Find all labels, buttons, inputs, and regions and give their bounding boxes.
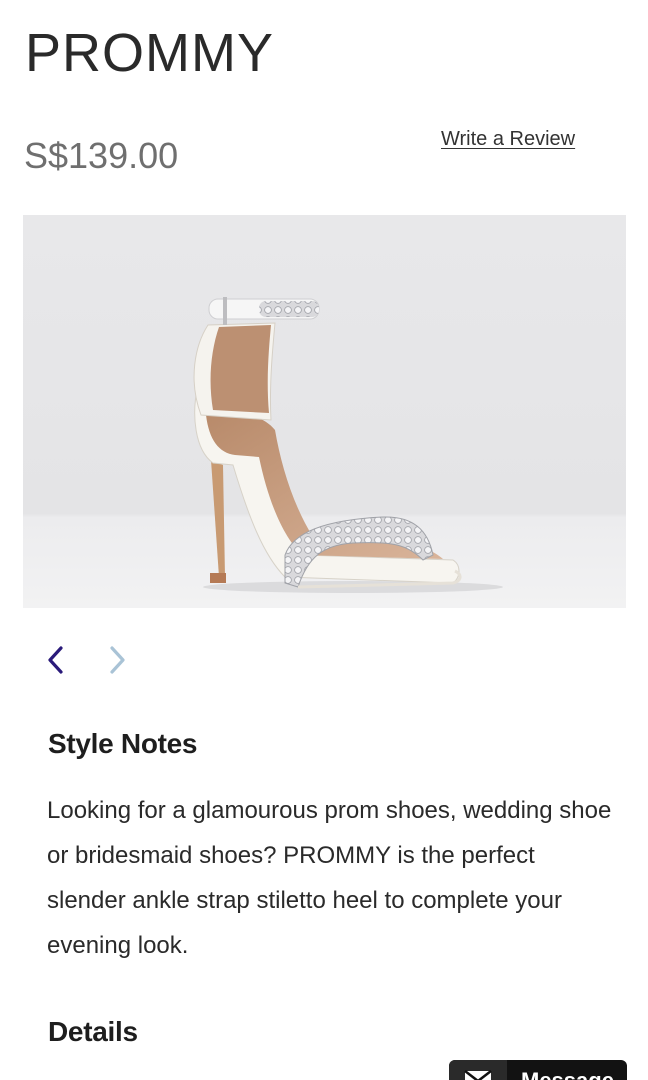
details-heading: Details — [48, 1016, 138, 1047]
chevron-left-icon — [48, 646, 63, 674]
product-image[interactable] — [23, 215, 626, 608]
write-review-link[interactable]: Write a Review — [441, 128, 575, 151]
product-price: S$139.00 — [24, 135, 179, 176]
style-notes-text: Looking for a glamourous prom shoes, wed… — [47, 797, 612, 959]
message-button-label: Message — [507, 1060, 614, 1080]
chevron-right-icon — [110, 646, 125, 674]
carousel-prev-button[interactable] — [38, 642, 74, 678]
product-title: PROMMY — [25, 23, 274, 83]
carousel-next-button[interactable] — [99, 642, 135, 678]
message-icon-container — [449, 1060, 507, 1080]
mail-icon — [464, 1070, 492, 1080]
style-notes-heading: Style Notes — [48, 728, 198, 759]
message-button[interactable]: Message — [449, 1060, 627, 1080]
